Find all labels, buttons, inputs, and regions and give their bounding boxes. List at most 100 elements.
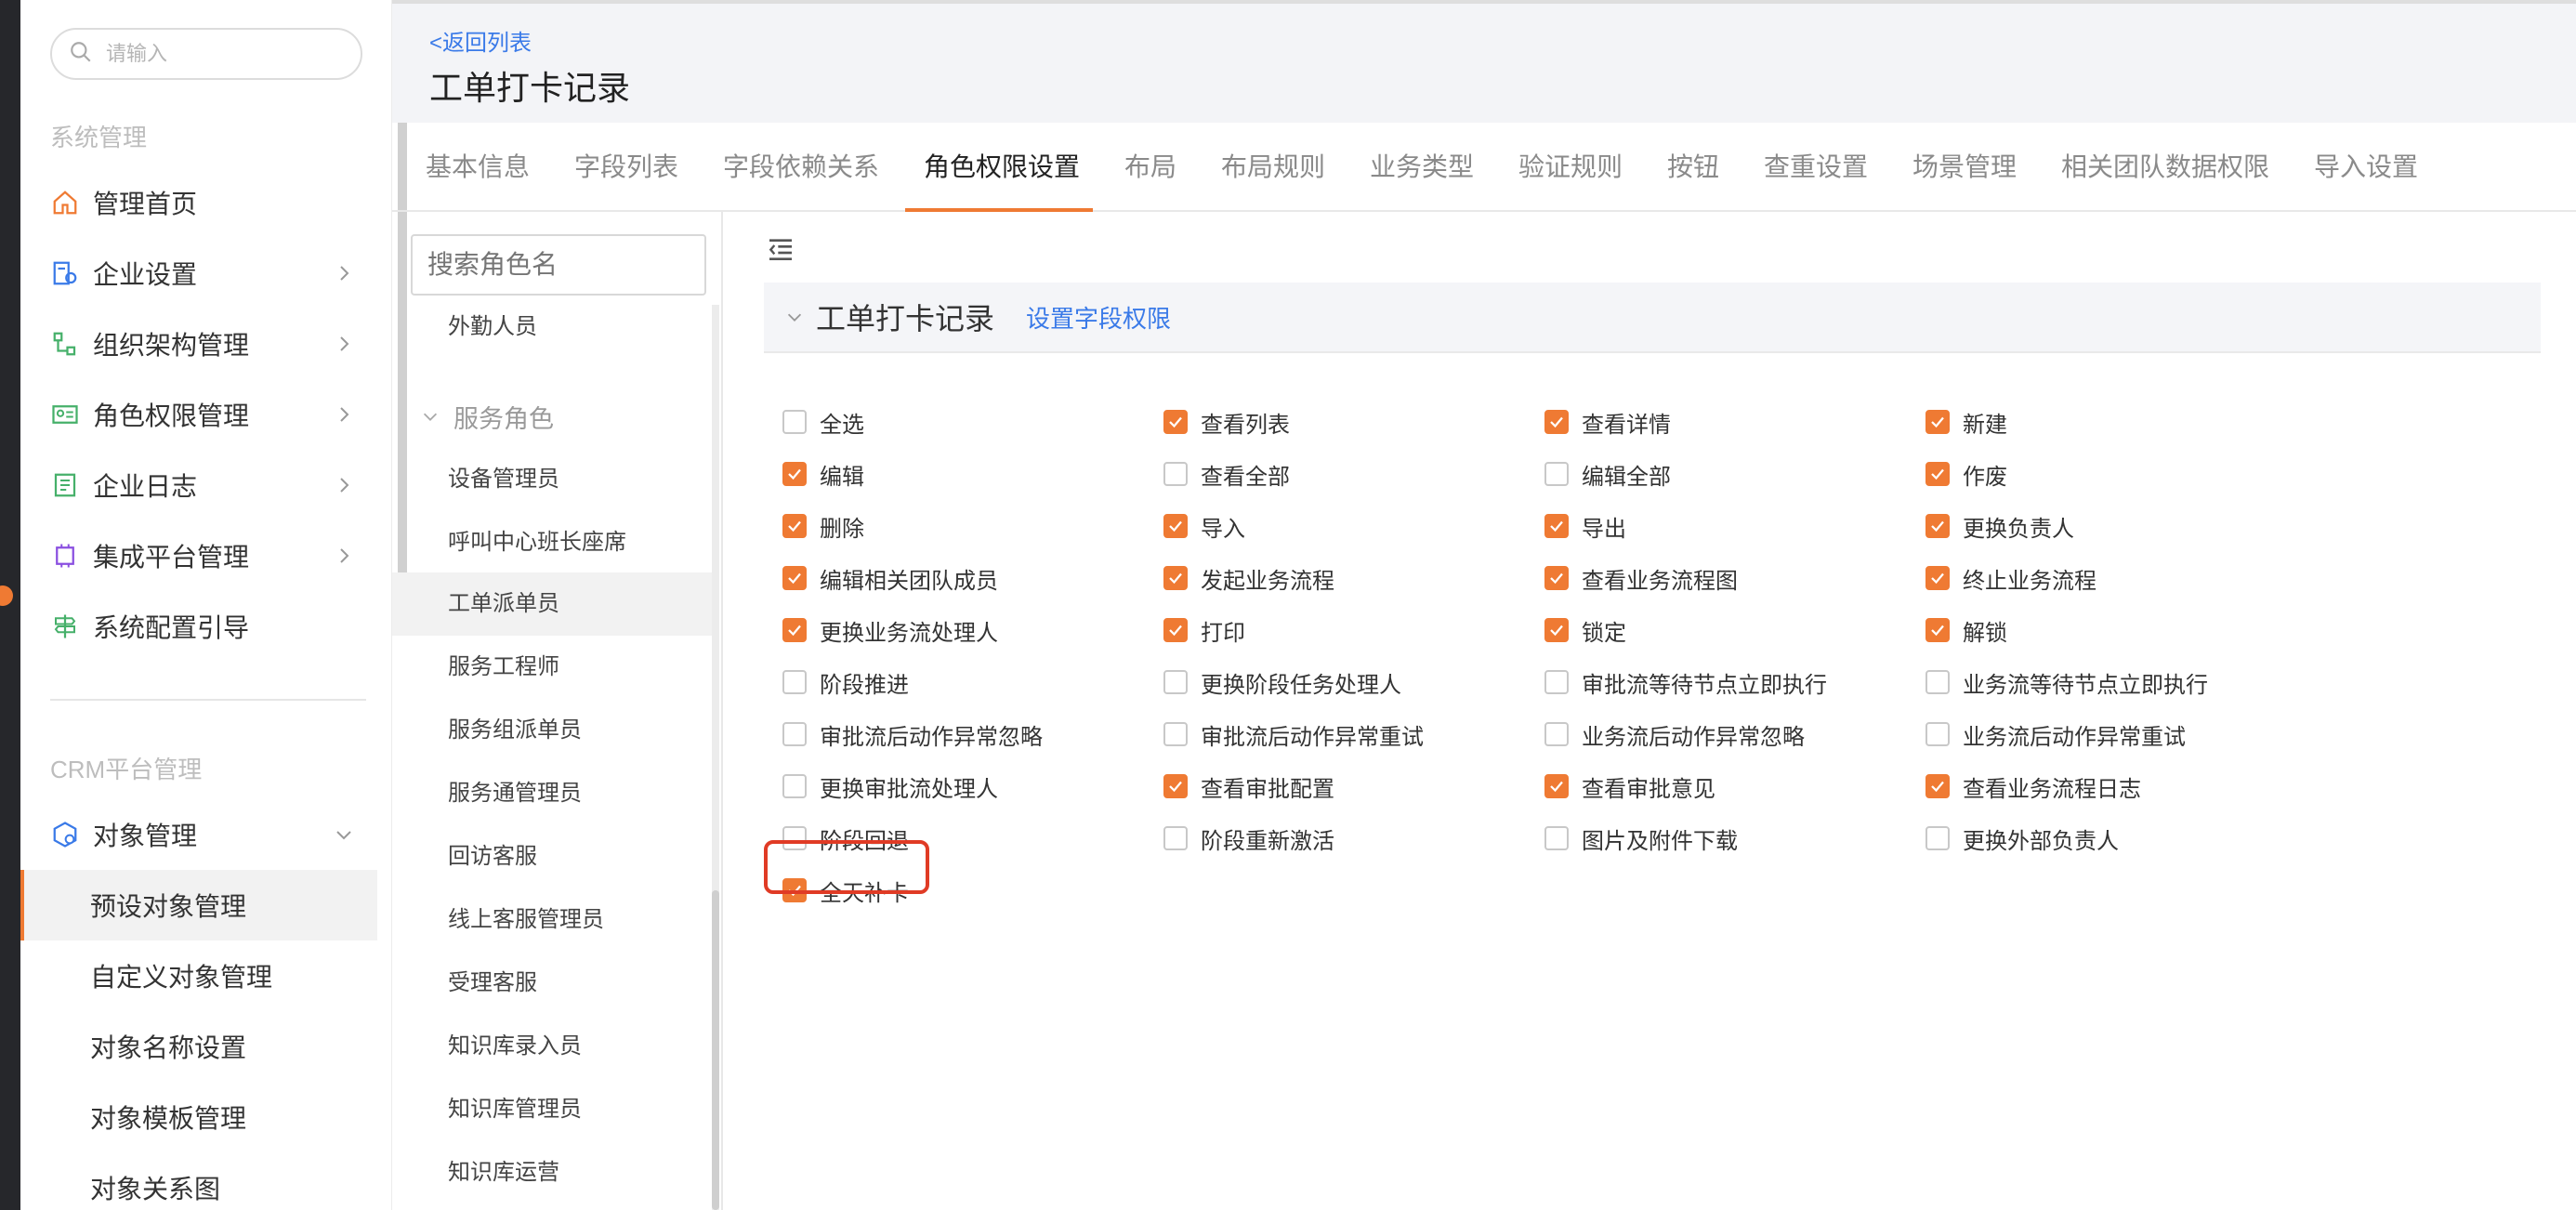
tab-field-list[interactable]: 字段列表 xyxy=(574,123,678,212)
role-item[interactable]: 外勤人员 xyxy=(392,296,714,359)
permission-checkbox[interactable]: 更换外部负责人 xyxy=(1925,820,2119,857)
permission-checkbox[interactable]: 删除 xyxy=(782,507,864,545)
permission-checkbox[interactable]: 新建 xyxy=(1925,403,2007,441)
permission-checkbox[interactable]: 业务流等待节点立即执行 xyxy=(1925,664,2208,701)
sidebar-item-integration-platform[interactable]: 集成平台管理 xyxy=(20,520,377,591)
tab-import-settings[interactable]: 导入设置 xyxy=(2314,123,2418,212)
permission-checkbox[interactable]: 审批流等待节点立即执行 xyxy=(1544,664,1827,701)
permission-checkbox[interactable]: 业务流后动作异常重试 xyxy=(1925,716,2186,753)
checkbox-checked[interactable] xyxy=(1163,566,1188,590)
permission-checkbox[interactable]: 作废 xyxy=(1925,455,2007,493)
checkbox-unchecked[interactable] xyxy=(782,410,807,434)
tab-duplicate-check[interactable]: 查重设置 xyxy=(1764,123,1868,212)
permission-checkbox[interactable]: 导出 xyxy=(1544,507,1626,545)
tab-buttons[interactable]: 按钮 xyxy=(1667,123,1719,212)
checkbox-checked[interactable] xyxy=(782,462,807,486)
tab-business-types[interactable]: 业务类型 xyxy=(1370,123,1474,212)
permission-checkbox[interactable]: 阶段推进 xyxy=(782,664,909,701)
role-item[interactable]: 服务通管理员 xyxy=(392,762,714,825)
checkbox-checked[interactable] xyxy=(1925,410,1950,434)
checkbox-unchecked[interactable] xyxy=(1163,670,1188,694)
permission-checkbox[interactable]: 查看审批配置 xyxy=(1163,768,1334,805)
checkbox-unchecked[interactable] xyxy=(1163,462,1188,486)
tab-team-data-permissions[interactable]: 相关团队数据权限 xyxy=(2061,123,2269,212)
checkbox-unchecked[interactable] xyxy=(782,774,807,798)
role-item[interactable]: 服务组派单员 xyxy=(392,699,714,762)
sidebar-item-org-structure[interactable]: 组织架构管理 xyxy=(20,309,377,379)
tab-field-dependencies[interactable]: 字段依赖关系 xyxy=(723,123,879,212)
permission-checkbox[interactable]: 编辑全部 xyxy=(1544,455,1671,493)
sidebar-search-input[interactable] xyxy=(106,42,338,66)
permission-checkbox[interactable]: 发起业务流程 xyxy=(1163,559,1334,597)
checkbox-unchecked[interactable] xyxy=(1163,826,1188,850)
sidebar-item-home[interactable]: 管理首页 xyxy=(20,167,377,238)
role-search-input[interactable] xyxy=(411,234,706,296)
role-item[interactable]: 知识库管理员 xyxy=(392,1078,714,1141)
role-group-service[interactable]: 服务角色 xyxy=(392,385,714,448)
checkbox-checked[interactable] xyxy=(1925,566,1950,590)
role-item[interactable]: 回访客服 xyxy=(392,825,714,888)
checkbox-unchecked[interactable] xyxy=(1925,826,1950,850)
permission-checkbox[interactable]: 更换阶段任务处理人 xyxy=(1163,664,1401,701)
set-field-permissions-link[interactable]: 设置字段权限 xyxy=(1026,300,1171,335)
role-item[interactable]: 设备管理员 xyxy=(392,448,714,511)
checkbox-unchecked[interactable] xyxy=(1544,670,1569,694)
sidebar-item-object-management[interactable]: 对象管理 xyxy=(20,799,377,870)
sidebar-item-enterprise-settings[interactable]: 企业设置 xyxy=(20,238,377,309)
sidebar-subitem-object-templates[interactable]: 对象模板管理 xyxy=(20,1082,377,1152)
permission-checkbox[interactable]: 编辑 xyxy=(782,455,864,493)
checkbox-unchecked[interactable] xyxy=(1544,826,1569,850)
collapse-menu-icon[interactable] xyxy=(766,234,795,264)
checkbox-checked[interactable] xyxy=(782,566,807,590)
tab-basic-info[interactable]: 基本信息 xyxy=(426,123,530,212)
permission-checkbox[interactable]: 全选 xyxy=(782,403,864,441)
checkbox-checked[interactable] xyxy=(1925,774,1950,798)
permission-checkbox[interactable]: 查看业务流程日志 xyxy=(1925,768,2141,805)
back-to-list-link[interactable]: <返回列表 xyxy=(429,24,532,57)
role-item-selected[interactable]: 工单派单员 xyxy=(392,572,714,636)
sidebar-item-system-config-guide[interactable]: 系统配置引导 xyxy=(20,591,377,662)
permission-checkbox[interactable]: 打印 xyxy=(1163,612,1245,649)
checkbox-checked[interactable] xyxy=(1544,566,1569,590)
tab-validation-rules[interactable]: 验证规则 xyxy=(1518,123,1623,212)
role-item[interactable]: 受理客服 xyxy=(392,952,714,1015)
permission-checkbox[interactable]: 审批流后动作异常重试 xyxy=(1163,716,1424,753)
checkbox-unchecked[interactable] xyxy=(1925,670,1950,694)
permission-checkbox[interactable]: 更换负责人 xyxy=(1925,507,2074,545)
permission-checkbox[interactable]: 审批流后动作异常忽略 xyxy=(782,716,1043,753)
permission-checkbox[interactable]: 查看全部 xyxy=(1163,455,1290,493)
sidebar-subitem-object-relations[interactable]: 对象关系图 xyxy=(20,1152,377,1210)
role-item[interactable]: 知识库录入员 xyxy=(392,1015,714,1078)
checkbox-checked[interactable] xyxy=(1163,774,1188,798)
checkbox-checked[interactable] xyxy=(1925,618,1950,642)
permission-checkbox[interactable]: 解锁 xyxy=(1925,612,2007,649)
role-item[interactable]: 服务工程师 xyxy=(392,636,714,699)
checkbox-unchecked[interactable] xyxy=(1544,722,1569,746)
checkbox-checked[interactable] xyxy=(1544,410,1569,434)
permission-checkbox[interactable]: 锁定 xyxy=(1544,612,1626,649)
permission-checkbox[interactable]: 更换业务流处理人 xyxy=(782,612,998,649)
checkbox-unchecked[interactable] xyxy=(782,722,807,746)
tab-layout-rules[interactable]: 布局规则 xyxy=(1221,123,1325,212)
checkbox-checked[interactable] xyxy=(1544,618,1569,642)
role-scrollbar-thumb[interactable] xyxy=(712,890,719,1210)
checkbox-checked[interactable] xyxy=(782,514,807,538)
checkbox-checked[interactable] xyxy=(1925,514,1950,538)
sidebar-item-enterprise-log[interactable]: 企业日志 xyxy=(20,450,377,520)
checkbox-checked[interactable] xyxy=(1163,514,1188,538)
permission-section-header[interactable]: 工单打卡记录 设置字段权限 xyxy=(764,283,2541,353)
sidebar-search[interactable] xyxy=(50,28,362,80)
permission-checkbox[interactable]: 查看详情 xyxy=(1544,403,1671,441)
tab-role-permissions[interactable]: 角色权限设置 xyxy=(924,123,1080,212)
checkbox-unchecked[interactable] xyxy=(782,670,807,694)
checkbox-unchecked[interactable] xyxy=(1544,462,1569,486)
permission-checkbox[interactable]: 图片及附件下载 xyxy=(1544,820,1738,857)
checkbox-unchecked[interactable] xyxy=(1163,722,1188,746)
permission-checkbox[interactable]: 导入 xyxy=(1163,507,1245,545)
sidebar-subitem-preset-objects[interactable]: 预设对象管理 xyxy=(20,870,377,940)
permission-checkbox[interactable]: 阶段重新激活 xyxy=(1163,820,1334,857)
permission-checkbox[interactable]: 查看列表 xyxy=(1163,403,1290,441)
checkbox-checked[interactable] xyxy=(1163,410,1188,434)
permission-checkbox[interactable]: 终止业务流程 xyxy=(1925,559,2096,597)
checkbox-checked[interactable] xyxy=(1544,514,1569,538)
